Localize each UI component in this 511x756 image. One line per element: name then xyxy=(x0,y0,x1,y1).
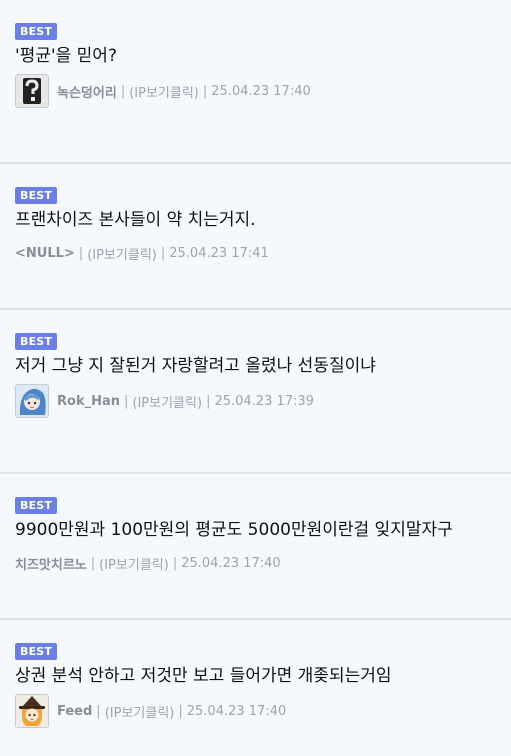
comment-text: 9900만원과 100만원의 평균도 5000만원이란걸 잊지말자구 xyxy=(15,520,453,540)
comment-text: '평균'을 믿어? xyxy=(15,46,117,66)
meta-separator: | xyxy=(172,555,178,571)
meta-separator: | xyxy=(178,703,183,719)
author-nickname[interactable]: Rok_Han xyxy=(57,394,120,409)
comment-meta: 치즈맛치르노 | (IP보기클릭) | 25.04.23 17:40 xyxy=(15,553,281,573)
best-badge: BEST xyxy=(15,497,58,514)
ip-view-link[interactable]: (IP보기클릭) xyxy=(99,554,169,573)
comment-date: 25.04.23 17:40 xyxy=(211,83,311,99)
comment-meta: <NULL> | (IP보기클릭) | 25.04.23 17:41 xyxy=(15,243,269,263)
comment-item: BEST '평균'을 믿어? 녹슨덩어리 | (IP보기클릭) | 25.04.… xyxy=(0,0,511,164)
best-badge: BEST xyxy=(15,333,58,350)
comment-text: 저거 그냥 지 잘된거 자랑할려고 올렸나 선동질이냐 xyxy=(15,356,376,376)
author-nickname[interactable]: 치즈맛치르노 xyxy=(15,554,87,573)
comment-meta: Feed | (IP보기클릭) | 25.04.23 17:40 xyxy=(15,692,286,730)
witch-character-avatar-icon[interactable] xyxy=(15,694,49,728)
meta-separator: | xyxy=(96,703,101,719)
best-badge: BEST xyxy=(15,23,58,40)
meta-separator: | xyxy=(120,83,126,99)
comment-item: BEST 9900만원과 100만원의 평균도 5000만원이란걸 잊지말자구 … xyxy=(0,474,511,620)
best-badge: BEST xyxy=(15,643,58,660)
ip-view-link[interactable]: (IP보기클릭) xyxy=(105,702,175,721)
comment-text: 프랜차이즈 본사들이 약 치는거지. xyxy=(15,210,256,230)
meta-separator: | xyxy=(206,393,211,409)
best-badge: BEST xyxy=(15,187,58,204)
comment-date: 25.04.23 17:40 xyxy=(181,555,281,571)
meta-separator: | xyxy=(78,245,84,261)
ip-view-link[interactable]: (IP보기클릭) xyxy=(129,82,199,101)
comment-date: 25.04.23 17:41 xyxy=(169,245,269,261)
question-mark-avatar-icon[interactable] xyxy=(15,74,49,108)
comment-meta: 녹슨덩어리 | (IP보기클릭) | 25.04.23 17:40 xyxy=(15,72,311,110)
comment-date: 25.04.23 17:39 xyxy=(214,393,314,409)
comment-item: BEST 상권 분석 안하고 저것만 보고 들어가면 개좆되는거임 Feed |… xyxy=(0,620,511,756)
meta-separator: | xyxy=(124,393,129,409)
comment-meta: Rok_Han | (IP보기클릭) | 25.04.23 17:39 xyxy=(15,382,314,420)
anime-character-avatar-icon[interactable] xyxy=(15,384,49,418)
meta-separator: | xyxy=(202,83,208,99)
author-nickname[interactable]: 녹슨덩어리 xyxy=(57,82,117,101)
meta-separator: | xyxy=(90,555,96,571)
ip-view-link[interactable]: (IP보기클릭) xyxy=(87,244,157,263)
author-nickname[interactable]: Feed xyxy=(57,704,92,719)
ip-view-link[interactable]: (IP보기클릭) xyxy=(132,392,202,411)
comment-list: BEST '평균'을 믿어? 녹슨덩어리 | (IP보기클릭) | 25.04.… xyxy=(0,0,511,756)
meta-separator: | xyxy=(160,245,166,261)
comment-text: 상권 분석 안하고 저것만 보고 들어가면 개좆되는거임 xyxy=(15,666,392,686)
comment-date: 25.04.23 17:40 xyxy=(186,703,287,719)
author-nickname[interactable]: <NULL> xyxy=(15,246,75,261)
comment-item: BEST 프랜차이즈 본사들이 약 치는거지. <NULL> | (IP보기클릭… xyxy=(0,164,511,310)
comment-item: BEST 저거 그냥 지 잘된거 자랑할려고 올렸나 선동질이냐 Rok_Han… xyxy=(0,310,511,474)
